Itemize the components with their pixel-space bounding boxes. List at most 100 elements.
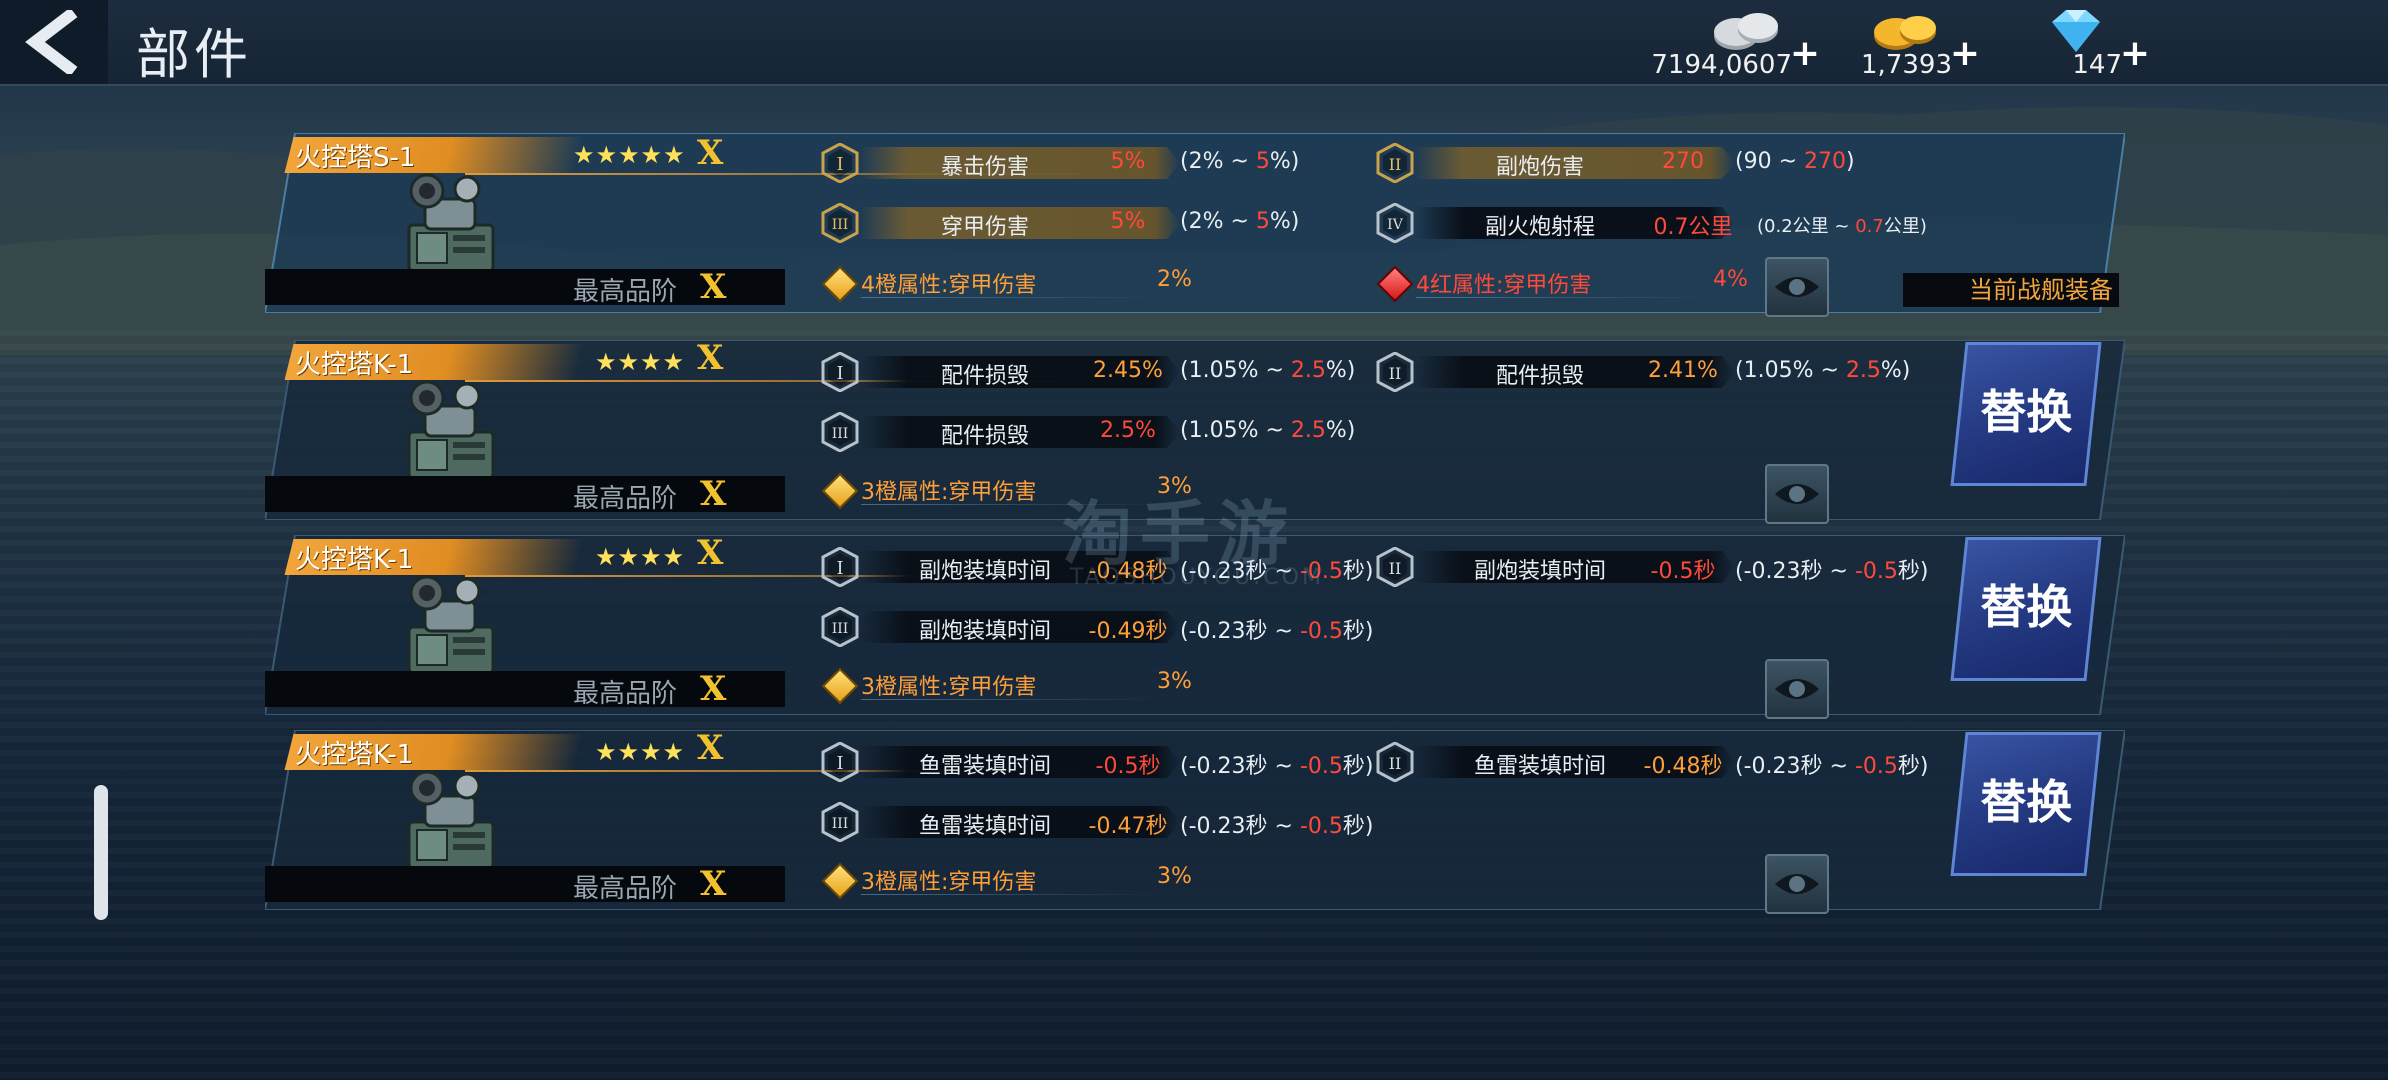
- stat-range: (-0.23秒 ~ -0.5秒): [1180, 754, 1374, 779]
- stat-name: 鱼雷装填时间: [918, 814, 1051, 839]
- max-tier-label: 最高品阶: [573, 679, 678, 709]
- stat-name: 鱼雷装填时间: [918, 754, 1051, 779]
- svg-text:I: I: [836, 753, 843, 774]
- set-bonus-row: 3橙属性:穿甲伤害 3%: [821, 862, 1245, 900]
- stat-name: 鱼雷装填时间: [1473, 754, 1606, 779]
- svg-text:III: III: [832, 621, 849, 637]
- stat-range: (-0.23秒 ~ -0.5秒): [1735, 754, 1929, 779]
- stat-value: -0.49秒: [1088, 619, 1168, 644]
- back-button[interactable]: [0, 0, 108, 84]
- stat-range: (-0.23秒 ~ -0.5秒): [1180, 619, 1374, 644]
- orange-diamond-icon: [821, 667, 859, 705]
- stat-range: (1.05% ~ 2.5%): [1180, 358, 1356, 383]
- max-tier-badge: X: [700, 864, 727, 904]
- stat-name: 配件损毁: [940, 364, 1029, 389]
- fire-control-tower-icon: [395, 169, 505, 279]
- svg-text:IV: IV: [1387, 217, 1404, 233]
- roman-badge-icon: II: [1375, 352, 1415, 392]
- currency-gold: 1,7393 +: [1810, 2, 1980, 82]
- svg-text:II: II: [1389, 754, 1402, 773]
- stat-value: 2.41%: [1648, 358, 1718, 383]
- svg-text:II: II: [1389, 559, 1402, 578]
- svg-text:III: III: [832, 816, 849, 832]
- set-bonus-value: 2%: [1157, 267, 1192, 292]
- top-bar: 部件 7194,0607 + 1,7393 + 147 +: [0, 0, 2388, 86]
- orange-diamond-icon: [821, 472, 859, 510]
- stat-value: -0.5秒: [1095, 754, 1161, 779]
- star-rating: ★★★★: [595, 543, 686, 571]
- stat-value: 270: [1662, 149, 1704, 174]
- equipped-label: 当前战舰装备: [1903, 273, 2119, 307]
- stat-name: 配件损毁: [940, 424, 1029, 449]
- svg-text:II: II: [1389, 364, 1402, 383]
- stat-value: 2.45%: [1093, 358, 1163, 383]
- replace-button[interactable]: 替换: [1950, 732, 2102, 876]
- add-diamond-button[interactable]: +: [2120, 36, 2150, 72]
- roman-badge-icon: II: [1375, 547, 1415, 587]
- roman-badge-icon: III: [820, 412, 860, 452]
- max-tier-badge: X: [700, 267, 727, 307]
- diamond-value: 147: [2072, 50, 2122, 80]
- stat-name: 穿甲伤害: [940, 215, 1029, 240]
- roman-badge-icon: I: [820, 547, 860, 587]
- view-details-button[interactable]: [1765, 854, 1829, 914]
- eye-icon: [1775, 277, 1819, 297]
- view-details-button[interactable]: [1765, 659, 1829, 719]
- set-bonus-value: 3%: [1157, 669, 1192, 694]
- orange-diamond-icon: [821, 862, 859, 900]
- set-bonus-row: 3橙属性:穿甲伤害 3%: [821, 667, 1245, 705]
- roman-badge-icon: I: [820, 742, 860, 782]
- orange-diamond-icon: [821, 265, 859, 303]
- view-details-button[interactable]: [1765, 257, 1829, 317]
- roman-badge-icon: I: [820, 352, 860, 392]
- watermark-url: TAOSHOUYOU.COM: [1070, 565, 1324, 590]
- add-gold-button[interactable]: +: [1950, 36, 1980, 72]
- rank-badge: X: [697, 133, 724, 173]
- star-rating: ★★★★★: [573, 141, 686, 169]
- stat-value: 2.5%: [1100, 418, 1156, 443]
- set-bonus-row: 4橙属性:穿甲伤害 2%: [821, 265, 1245, 303]
- rank-badge: X: [697, 338, 724, 378]
- roman-badge-icon: II: [1375, 143, 1415, 183]
- replace-button[interactable]: 替换: [1950, 537, 2102, 681]
- roman-badge-icon: II: [1375, 742, 1415, 782]
- stat-name: 副炮伤害: [1495, 155, 1584, 180]
- stat-range: (-0.23秒 ~ -0.5秒): [1735, 559, 1929, 584]
- scrollbar-thumb[interactable]: [94, 785, 108, 920]
- roman-badge-icon: III: [820, 607, 860, 647]
- stat-name: 副火炮射程: [1484, 215, 1595, 240]
- set-bonus-value: 3%: [1157, 864, 1192, 889]
- replace-button[interactable]: 替换: [1950, 342, 2102, 486]
- max-tier-label: 最高品阶: [573, 874, 678, 904]
- roman-badge-icon: III: [820, 203, 860, 243]
- part-panel: 火控塔K-1 ★★★★ X 最高品阶 X I 鱼雷装填时间 -0.5秒 (-0.…: [265, 728, 2125, 914]
- stat-value: 5%: [1110, 209, 1146, 234]
- stat-range: (2% ~ 5%): [1180, 149, 1300, 174]
- roman-badge-icon: IV: [1375, 203, 1415, 243]
- stat-range: (0.2公里 ~ 0.7公里): [1757, 216, 1927, 237]
- view-details-button[interactable]: [1765, 464, 1829, 524]
- stat-name: 副炮装填时间: [1473, 559, 1606, 584]
- back-arrow-icon: [25, 10, 78, 74]
- fire-control-tower-icon: [395, 766, 505, 876]
- svg-text:I: I: [836, 363, 843, 384]
- watermark: 淘手游: [1062, 493, 1296, 575]
- set-bonus-row: 4红属性:穿甲伤害 4%: [1376, 265, 1800, 303]
- stat-value: -0.5秒: [1650, 559, 1716, 584]
- star-rating: ★★★★: [595, 348, 686, 376]
- set-bonus-text: 3橙属性:穿甲伤害: [861, 675, 1037, 700]
- stat-range: (2% ~ 5%): [1180, 209, 1300, 234]
- svg-text:III: III: [832, 217, 849, 233]
- star-rating: ★★★★: [595, 738, 686, 766]
- stat-range: (90 ~ 270): [1735, 149, 1855, 174]
- stat-range: (1.05% ~ 2.5%): [1735, 358, 1911, 383]
- max-tier-badge: X: [700, 669, 727, 709]
- stat-value: -0.48秒: [1643, 754, 1723, 779]
- rank-badge: X: [697, 533, 724, 573]
- stat-value: 0.7公里: [1653, 215, 1733, 240]
- fire-control-tower-icon: [395, 376, 505, 486]
- max-tier-badge: X: [700, 474, 727, 514]
- currency-diamond: 147 +: [1980, 2, 2150, 82]
- set-bonus-text: 3橙属性:穿甲伤害: [861, 480, 1037, 505]
- max-tier-label: 最高品阶: [573, 277, 678, 307]
